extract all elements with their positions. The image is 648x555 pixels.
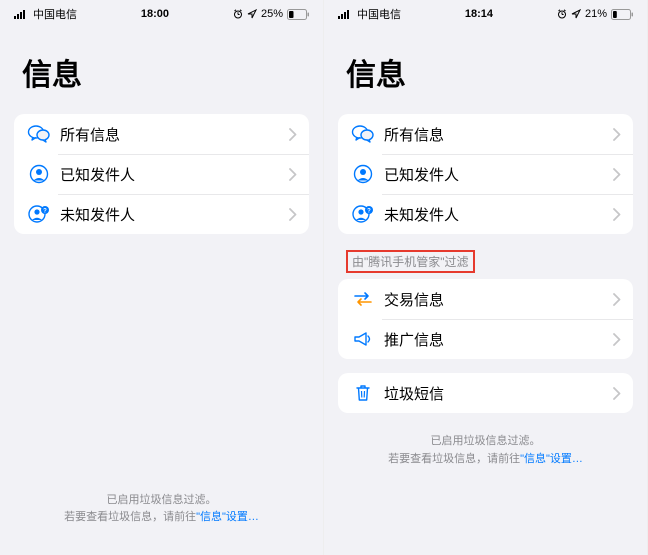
footer-note: 已启用垃圾信息过滤。 若要查看垃圾信息，请前往"信息"设置… bbox=[324, 433, 647, 468]
filter-known-senders[interactable]: 已知发件人 bbox=[14, 154, 309, 194]
chat-bubbles-icon bbox=[350, 123, 376, 145]
list-item-label: 所有信息 bbox=[384, 124, 613, 145]
chevron-right-icon bbox=[613, 333, 621, 346]
chat-bubbles-icon bbox=[26, 123, 52, 145]
page-title: 信息 bbox=[0, 24, 323, 108]
filter-all-messages[interactable]: 所有信息 bbox=[338, 114, 633, 154]
status-bar: 中国电信 18:14 21% bbox=[324, 4, 647, 24]
messages-filter-group: 所有信息 已知发件人 ? 未知发件人 bbox=[338, 114, 633, 234]
chevron-right-icon bbox=[613, 208, 621, 221]
chevron-right-icon bbox=[289, 168, 297, 181]
filter-transactions[interactable]: 交易信息 bbox=[338, 279, 633, 319]
person-unknown-icon: ? bbox=[26, 203, 52, 225]
chevron-right-icon bbox=[613, 293, 621, 306]
filter-all-messages[interactable]: 所有信息 bbox=[14, 114, 309, 154]
battery-label: 25% bbox=[261, 8, 283, 20]
chevron-right-icon bbox=[613, 387, 621, 400]
signal-icon bbox=[14, 9, 29, 19]
megaphone-icon bbox=[350, 328, 376, 350]
phone-right: 中国电信 18:14 21% 信息 所有信息 bbox=[324, 0, 648, 555]
clock: 18:14 bbox=[465, 8, 493, 20]
filter-provider-header: 由"腾讯手机管家"过滤 bbox=[324, 234, 647, 277]
list-item-label: 未知发件人 bbox=[60, 204, 289, 225]
chevron-right-icon bbox=[289, 128, 297, 141]
list-item-label: 已知发件人 bbox=[384, 164, 613, 185]
footer-line1: 已启用垃圾信息过滤。 bbox=[40, 492, 283, 510]
footer-line2-prefix: 若要查看垃圾信息，请前往 bbox=[388, 453, 520, 465]
footer-settings-link[interactable]: "信息"设置… bbox=[520, 453, 583, 465]
alarm-icon bbox=[233, 9, 243, 19]
filter-junk[interactable]: 垃圾短信 bbox=[338, 373, 633, 413]
chevron-right-icon bbox=[613, 128, 621, 141]
trash-icon bbox=[350, 382, 376, 404]
list-item-label: 未知发件人 bbox=[384, 204, 613, 225]
filter-promotions[interactable]: 推广信息 bbox=[338, 319, 633, 359]
list-item-label: 已知发件人 bbox=[60, 164, 289, 185]
footer-line2-prefix: 若要查看垃圾信息，请前往 bbox=[64, 511, 196, 523]
location-icon bbox=[571, 9, 581, 19]
svg-text:?: ? bbox=[367, 209, 371, 215]
filter-known-senders[interactable]: 已知发件人 bbox=[338, 154, 633, 194]
location-icon bbox=[247, 9, 257, 19]
filter-unknown-senders[interactable]: ? 未知发件人 bbox=[14, 194, 309, 234]
alarm-icon bbox=[557, 9, 567, 19]
person-known-icon bbox=[350, 163, 376, 185]
battery-label: 21% bbox=[585, 8, 607, 20]
battery-icon bbox=[287, 9, 309, 20]
carrier-label: 中国电信 bbox=[33, 6, 77, 22]
chevron-right-icon bbox=[613, 168, 621, 181]
list-item-label: 交易信息 bbox=[384, 289, 613, 310]
footer-note: 已启用垃圾信息过滤。 若要查看垃圾信息，请前往"信息"设置… bbox=[0, 492, 323, 527]
list-item-label: 推广信息 bbox=[384, 329, 613, 350]
page-title: 信息 bbox=[324, 24, 647, 108]
messages-filter-group: 所有信息 已知发件人 ? 未知发件人 bbox=[14, 114, 309, 234]
filter-unknown-senders[interactable]: ? 未知发件人 bbox=[338, 194, 633, 234]
filter-provider-label: 由"腾讯手机管家"过滤 bbox=[346, 250, 475, 273]
transfer-icon bbox=[350, 288, 376, 310]
footer-line1: 已启用垃圾信息过滤。 bbox=[364, 433, 607, 451]
clock: 18:00 bbox=[141, 8, 169, 20]
signal-icon bbox=[338, 9, 353, 19]
list-item-label: 所有信息 bbox=[60, 124, 289, 145]
svg-text:?: ? bbox=[43, 209, 47, 215]
junk-group: 垃圾短信 bbox=[338, 373, 633, 413]
person-known-icon bbox=[26, 163, 52, 185]
person-unknown-icon: ? bbox=[350, 203, 376, 225]
battery-icon bbox=[611, 9, 633, 20]
chevron-right-icon bbox=[289, 208, 297, 221]
carrier-label: 中国电信 bbox=[357, 6, 401, 22]
footer-settings-link[interactable]: "信息"设置… bbox=[196, 511, 259, 523]
status-bar: 中国电信 18:00 25% bbox=[0, 4, 323, 24]
filtered-category-group: 交易信息 推广信息 bbox=[338, 279, 633, 359]
phone-left: 中国电信 18:00 25% 信息 所有信息 bbox=[0, 0, 324, 555]
list-item-label: 垃圾短信 bbox=[384, 383, 613, 404]
